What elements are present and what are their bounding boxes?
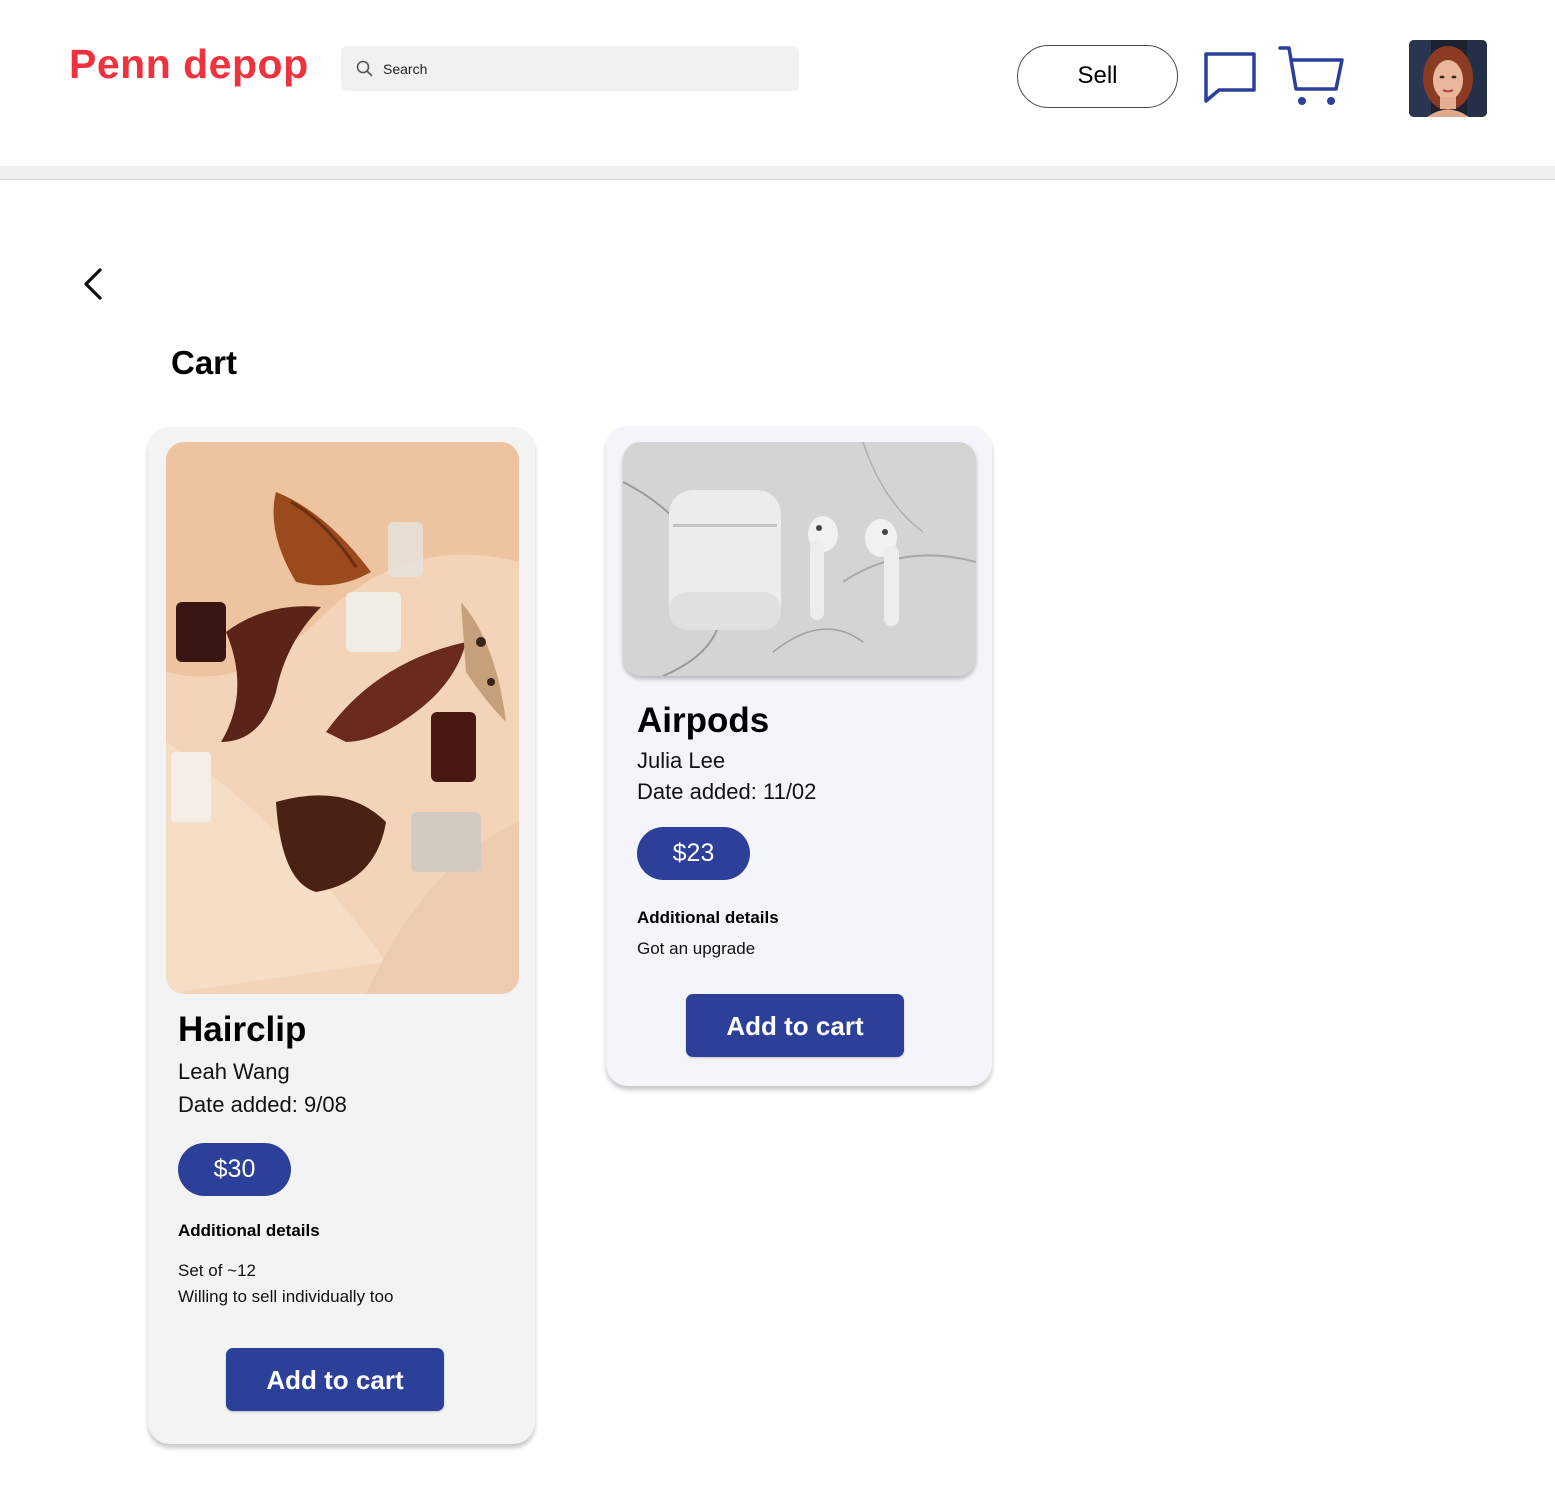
cart-item-card: Hairclip Leah Wang Date added: 9/08 $30 … <box>148 427 535 1444</box>
details-text: Willing to sell individually too <box>178 1287 394 1306</box>
details-text: Set of ~12 <box>178 1261 256 1280</box>
user-avatar[interactable] <box>1409 40 1487 117</box>
sell-button[interactable]: Sell <box>1017 45 1178 108</box>
logo[interactable]: Penn depop <box>69 41 309 88</box>
item-title: Hairclip <box>178 1010 307 1049</box>
seller-name[interactable]: Julia Lee <box>637 748 725 774</box>
seller-name[interactable]: Leah Wang <box>178 1059 290 1085</box>
header-divider <box>0 166 1555 180</box>
search-icon <box>356 60 373 77</box>
price-badge: $23 <box>637 827 750 880</box>
top-header: Penn depop Sell <box>0 0 1555 166</box>
details-text: Got an upgrade <box>637 939 756 958</box>
shopping-cart-icon[interactable] <box>1278 45 1344 107</box>
cart-item-card: Airpods Julia Lee Date added: 11/02 $23 … <box>606 426 992 1086</box>
page-title: Cart <box>171 344 238 381</box>
item-photo <box>166 442 519 994</box>
search-bar[interactable] <box>341 46 799 91</box>
add-to-cart-button[interactable]: Add to cart <box>686 994 904 1057</box>
item-photo <box>623 442 976 676</box>
message-bubble-icon[interactable] <box>1202 50 1258 104</box>
details-heading: Additional details <box>178 1221 320 1240</box>
add-to-cart-button[interactable]: Add to cart <box>226 1348 444 1411</box>
details-heading: Additional details <box>637 908 779 927</box>
search-input[interactable] <box>383 46 783 91</box>
price-badge: $30 <box>178 1143 291 1196</box>
date-added: Date added: 9/08 <box>178 1092 347 1117</box>
chevron-left-icon[interactable] <box>80 266 108 302</box>
date-added: Date added: 11/02 <box>637 779 817 804</box>
item-title: Airpods <box>637 701 770 740</box>
